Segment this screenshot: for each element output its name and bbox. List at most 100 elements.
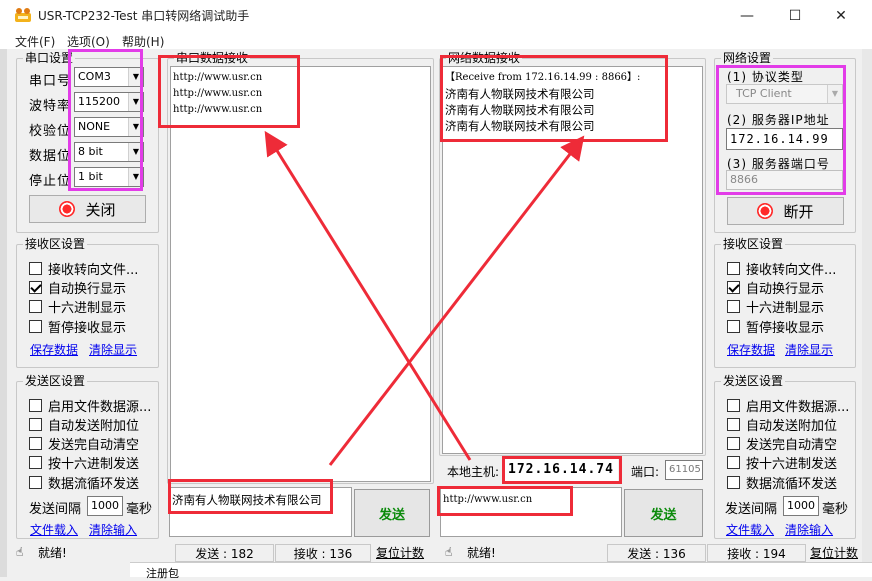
left-recv-option-2[interactable]: 十六进制显示: [29, 297, 126, 316]
checkbox[interactable]: [29, 437, 42, 450]
option-label: 按十六进制发送: [48, 457, 140, 472]
left-load-file-link[interactable]: 文件载入: [30, 521, 78, 538]
checkbox[interactable]: [727, 476, 740, 489]
right-receive-settings-title: 接收区设置: [721, 237, 786, 251]
close-window-button[interactable]: ✕: [818, 0, 864, 31]
left-send-settings-title: 发送区设置: [23, 374, 88, 388]
checkbox[interactable]: [727, 262, 740, 275]
checkbox[interactable]: [29, 418, 42, 431]
disconnect-label: 断开: [783, 202, 814, 221]
status-right-reset-button[interactable]: 复位计数: [810, 544, 858, 562]
left-send-option-0[interactable]: 启用文件数据源...: [29, 396, 151, 415]
local-port-label: 端口:: [631, 465, 660, 479]
checkbox[interactable]: [727, 320, 740, 333]
annotation-box-net-send: [437, 486, 573, 516]
left-save-data-link[interactable]: 保存数据: [30, 341, 78, 358]
option-label: 自动发送附加位: [48, 419, 140, 434]
right-send-option-4[interactable]: 数据流循环发送: [727, 473, 837, 492]
minimize-button[interactable]: —: [724, 0, 770, 31]
left-clear-display-link[interactable]: 清除显示: [89, 341, 137, 358]
left-recv-option-3[interactable]: 暂停接收显示: [29, 317, 126, 336]
option-label: 自动换行显示: [746, 282, 825, 297]
right-recv-option-0[interactable]: 接收转向文件...: [727, 259, 836, 278]
right-send-option-1[interactable]: 自动发送附加位: [727, 415, 837, 434]
option-label: 暂停接收显示: [48, 321, 127, 336]
option-label: 按十六进制发送: [746, 457, 838, 472]
left-send-option-3[interactable]: 按十六进制发送: [29, 453, 139, 472]
left-send-option-1[interactable]: 自动发送附加位: [29, 415, 139, 434]
app-logo-icon: [15, 8, 31, 22]
checkbox[interactable]: [29, 262, 42, 275]
local-port-input[interactable]: 61105: [665, 460, 703, 480]
right-recv-option-2[interactable]: 十六进制显示: [727, 297, 824, 316]
record-icon: [757, 203, 774, 219]
background-window-strip: [130, 562, 872, 577]
close-port-button[interactable]: 关闭: [29, 195, 146, 223]
local-host-label: 本地主机:: [447, 465, 500, 479]
status-left-sent: 发送 : 182: [175, 544, 274, 562]
right-recv-option-3[interactable]: 暂停接收显示: [727, 317, 824, 336]
net-settings-title: 网络设置: [721, 51, 774, 65]
right-save-data-link[interactable]: 保存数据: [727, 341, 775, 358]
window-title: USR-TCP232-Test 串口转网络调试助手: [38, 9, 250, 23]
right-clear-display-link[interactable]: 清除显示: [785, 341, 833, 358]
right-send-option-3[interactable]: 按十六进制发送: [727, 453, 837, 472]
right-recv-option-1[interactable]: 自动换行显示: [727, 278, 824, 297]
checkbox[interactable]: [29, 320, 42, 333]
left-recv-option-1[interactable]: 自动换行显示: [29, 278, 126, 297]
checkbox[interactable]: [29, 476, 42, 489]
checkbox[interactable]: [727, 399, 740, 412]
checkbox[interactable]: [29, 456, 42, 469]
left-recv-option-0[interactable]: 接收转向文件...: [29, 259, 138, 278]
checkbox[interactable]: [29, 399, 42, 412]
annotation-box-net-recv: [440, 55, 668, 142]
right-interval-label: 发送间隔: [725, 502, 778, 517]
record-icon: [59, 201, 76, 217]
option-label: 接收转向文件...: [48, 263, 139, 278]
annotation-box-serial-recv: [158, 55, 300, 128]
disconnect-button[interactable]: 断开: [727, 197, 844, 225]
left-send-option-4[interactable]: 数据流循环发送: [29, 473, 139, 492]
left-clear-input-link[interactable]: 清除输入: [89, 521, 137, 538]
right-send-settings-title: 发送区设置: [721, 374, 786, 388]
right-interval-unit: 毫秒: [822, 502, 849, 517]
option-label: 启用文件数据源...: [48, 400, 152, 415]
right-send-option-2[interactable]: 发送完自动清空: [727, 434, 837, 453]
background-window-edge: [0, 49, 7, 577]
checkbox-checked[interactable]: [727, 281, 740, 294]
right-clear-input-link[interactable]: 清除输入: [785, 521, 833, 538]
maximize-button[interactable]: ☐: [772, 0, 818, 31]
left-send-option-2[interactable]: 发送完自动清空: [29, 434, 139, 453]
status-right-icon: ☝: [445, 545, 453, 559]
net-send-button[interactable]: 发送: [624, 489, 703, 537]
right-load-file-link[interactable]: 文件载入: [726, 521, 774, 538]
menu-help[interactable]: 帮助(H): [122, 33, 164, 50]
annotation-box-serial-params: [68, 49, 143, 191]
checkbox[interactable]: [727, 437, 740, 450]
option-label: 启用文件数据源...: [746, 400, 850, 415]
baud-label: 波特率: [29, 99, 72, 114]
option-label: 自动发送附加位: [746, 419, 838, 434]
menu-options[interactable]: 选项(O): [67, 33, 110, 50]
option-label: 暂停接收显示: [746, 321, 825, 336]
checkbox[interactable]: [727, 418, 740, 431]
databits-label: 数据位: [29, 149, 72, 164]
option-label: 自动换行显示: [48, 282, 127, 297]
left-interval-input[interactable]: 1000: [87, 496, 123, 516]
serial-send-button[interactable]: 发送: [354, 489, 430, 537]
checkbox[interactable]: [727, 300, 740, 313]
parity-label: 校验位: [29, 124, 72, 139]
option-label: 十六进制显示: [746, 301, 825, 316]
checkbox[interactable]: [727, 456, 740, 469]
annotation-box-serial-send: [168, 479, 333, 514]
serial-receive-area[interactable]: http://www.usr.cn http://www.usr.cn http…: [170, 66, 431, 482]
checkbox[interactable]: [29, 300, 42, 313]
option-label: 发送完自动清空: [746, 438, 838, 453]
right-send-option-0[interactable]: 启用文件数据源...: [727, 396, 849, 415]
status-right-received: 接收 : 194: [707, 544, 806, 562]
right-interval-input[interactable]: 1000: [783, 496, 819, 516]
menu-file[interactable]: 文件(F): [15, 33, 55, 50]
checkbox-checked[interactable]: [29, 281, 42, 294]
status-left-reset-button[interactable]: 复位计数: [376, 544, 424, 562]
port-label: 串口号: [29, 74, 72, 89]
